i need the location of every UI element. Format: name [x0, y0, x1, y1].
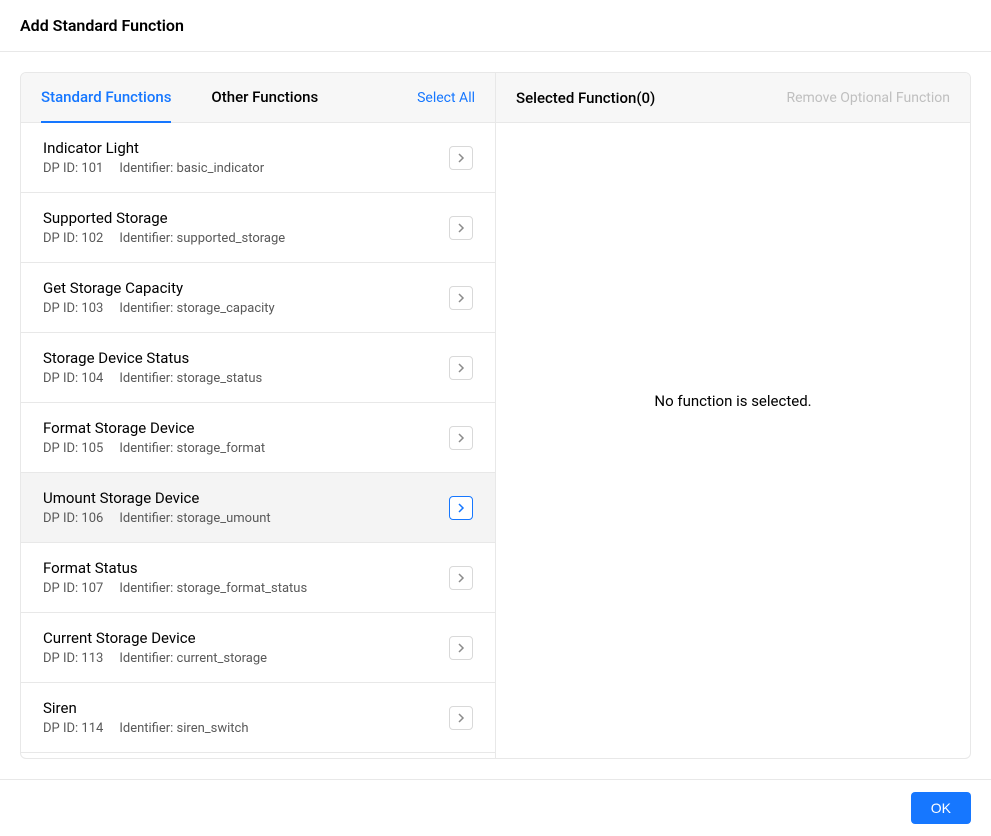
- function-item[interactable]: Umount Storage Device DP ID: 106 Identifie…: [21, 473, 495, 543]
- chevron-right-icon: [456, 713, 466, 723]
- function-identifier: Identifier: storage_format_status: [119, 581, 307, 596]
- function-name: Supported Storage: [43, 209, 437, 227]
- selected-functions-panel: Selected Function(0) Remove Optional Fun…: [496, 73, 970, 758]
- function-dp-id: DP ID: 105: [43, 441, 103, 456]
- function-name: Format Storage Device: [43, 419, 437, 437]
- available-functions-panel: Standard Functions Other Functions Selec…: [21, 73, 496, 758]
- function-meta: DP ID: 114 Identifier: siren_switch: [43, 721, 437, 736]
- function-identifier: Identifier: storage_status: [119, 371, 262, 386]
- empty-state-message: No function is selected.: [496, 123, 970, 758]
- add-function-button[interactable]: [449, 706, 473, 730]
- function-dp-id: DP ID: 114: [43, 721, 103, 736]
- remove-optional-function-link[interactable]: Remove Optional Function: [786, 90, 950, 106]
- function-dp-id: DP ID: 113: [43, 651, 103, 666]
- left-panel-header: Standard Functions Other Functions Selec…: [21, 73, 495, 123]
- function-identifier: Identifier: storage_capacity: [119, 301, 274, 316]
- function-info: Umount Storage Device DP ID: 106 Identifie…: [43, 489, 437, 526]
- add-function-button[interactable]: [449, 636, 473, 660]
- add-function-button[interactable]: [449, 426, 473, 450]
- function-item[interactable]: Format Status DP ID: 107 Identifier: stora…: [21, 543, 495, 613]
- function-info: Supported Storage DP ID: 102 Identifier: s…: [43, 209, 437, 246]
- function-identifier: Identifier: storage_umount: [119, 511, 270, 526]
- function-meta: DP ID: 103 Identifier: storage_capacity: [43, 301, 437, 316]
- function-name: Indicator Light: [43, 139, 437, 157]
- function-name: Format Status: [43, 559, 437, 577]
- function-name: Current Storage Device: [43, 629, 437, 647]
- function-name: Umount Storage Device: [43, 489, 437, 507]
- add-function-button[interactable]: [449, 286, 473, 310]
- function-meta: DP ID: 104 Identifier: storage_status: [43, 371, 437, 386]
- function-dp-id: DP ID: 101: [43, 161, 103, 176]
- function-meta: DP ID: 107 Identifier: storage_format_sta…: [43, 581, 437, 596]
- selected-function-title: Selected Function(0): [516, 89, 786, 107]
- tab-other-functions[interactable]: Other Functions: [211, 73, 318, 123]
- function-info: Format Status DP ID: 107 Identifier: stora…: [43, 559, 437, 596]
- function-identifier: Identifier: siren_switch: [119, 721, 248, 736]
- function-list[interactable]: Indicator Light DP ID: 101 Identifier: bas…: [21, 123, 495, 758]
- add-function-button[interactable]: [449, 496, 473, 520]
- select-all-link[interactable]: Select All: [417, 90, 475, 106]
- add-function-button[interactable]: [449, 146, 473, 170]
- chevron-right-icon: [456, 293, 466, 303]
- function-item[interactable]: Format Storage Device DP ID: 105 Identifie…: [21, 403, 495, 473]
- dialog-body: Standard Functions Other Functions Selec…: [0, 52, 991, 779]
- add-function-button[interactable]: [449, 356, 473, 380]
- function-item[interactable]: Storage Device Status DP ID: 104 Identifie…: [21, 333, 495, 403]
- tab-list: Standard Functions Other Functions: [41, 73, 417, 123]
- function-item[interactable]: Siren DP ID: 114 Identifier: siren_switch: [21, 683, 495, 753]
- function-identifier: Identifier: supported_storage: [119, 231, 285, 246]
- function-name: Siren: [43, 699, 437, 717]
- function-name: Storage Device Status: [43, 349, 437, 367]
- chevron-right-icon: [456, 153, 466, 163]
- chevron-right-icon: [456, 573, 466, 583]
- chevron-right-icon: [456, 503, 466, 513]
- function-name: Get Storage Capacity: [43, 279, 437, 297]
- panel-wrapper: Standard Functions Other Functions Selec…: [20, 72, 971, 759]
- function-dp-id: DP ID: 103: [43, 301, 103, 316]
- function-info: Get Storage Capacity DP ID: 103 Identifier…: [43, 279, 437, 316]
- function-identifier: Identifier: storage_format: [119, 441, 265, 456]
- function-identifier: Identifier: current_storage: [119, 651, 267, 666]
- function-info: Storage Device Status DP ID: 104 Identifie…: [43, 349, 437, 386]
- dialog-footer: OK: [0, 779, 991, 836]
- right-panel-header: Selected Function(0) Remove Optional Fun…: [496, 73, 970, 123]
- function-meta: DP ID: 113 Identifier: current_storage: [43, 651, 437, 666]
- chevron-right-icon: [456, 643, 466, 653]
- chevron-right-icon: [456, 363, 466, 373]
- function-dp-id: DP ID: 107: [43, 581, 103, 596]
- dialog-title: Add Standard Function: [20, 16, 971, 35]
- function-item[interactable]: Current Storage Device DP ID: 113 Identifi…: [21, 613, 495, 683]
- function-item[interactable]: Supported Storage DP ID: 102 Identifier: s…: [21, 193, 495, 263]
- dialog-header: Add Standard Function: [0, 0, 991, 52]
- function-dp-id: DP ID: 102: [43, 231, 103, 246]
- ok-button[interactable]: OK: [911, 792, 971, 824]
- function-dp-id: DP ID: 104: [43, 371, 103, 386]
- function-identifier: Identifier: basic_indicator: [119, 161, 264, 176]
- function-info: Indicator Light DP ID: 101 Identifier: bas…: [43, 139, 437, 176]
- chevron-right-icon: [456, 223, 466, 233]
- function-dp-id: DP ID: 106: [43, 511, 103, 526]
- function-meta: DP ID: 102 Identifier: supported_storage: [43, 231, 437, 246]
- tab-standard-functions[interactable]: Standard Functions: [41, 73, 171, 123]
- add-function-button[interactable]: [449, 566, 473, 590]
- function-meta: DP ID: 101 Identifier: basic_indicator: [43, 161, 437, 176]
- function-item[interactable]: Get Storage Capacity DP ID: 103 Identifier…: [21, 263, 495, 333]
- function-info: Siren DP ID: 114 Identifier: siren_switch: [43, 699, 437, 736]
- function-meta: DP ID: 106 Identifier: storage_umount: [43, 511, 437, 526]
- chevron-right-icon: [456, 433, 466, 443]
- function-meta: DP ID: 105 Identifier: storage_format: [43, 441, 437, 456]
- add-standard-function-dialog: Add Standard Function Standard Functions…: [0, 0, 991, 836]
- function-info: Format Storage Device DP ID: 105 Identifie…: [43, 419, 437, 456]
- add-function-button[interactable]: [449, 216, 473, 240]
- function-item[interactable]: Indicator Light DP ID: 101 Identifier: bas…: [21, 123, 495, 193]
- function-info: Current Storage Device DP ID: 113 Identifi…: [43, 629, 437, 666]
